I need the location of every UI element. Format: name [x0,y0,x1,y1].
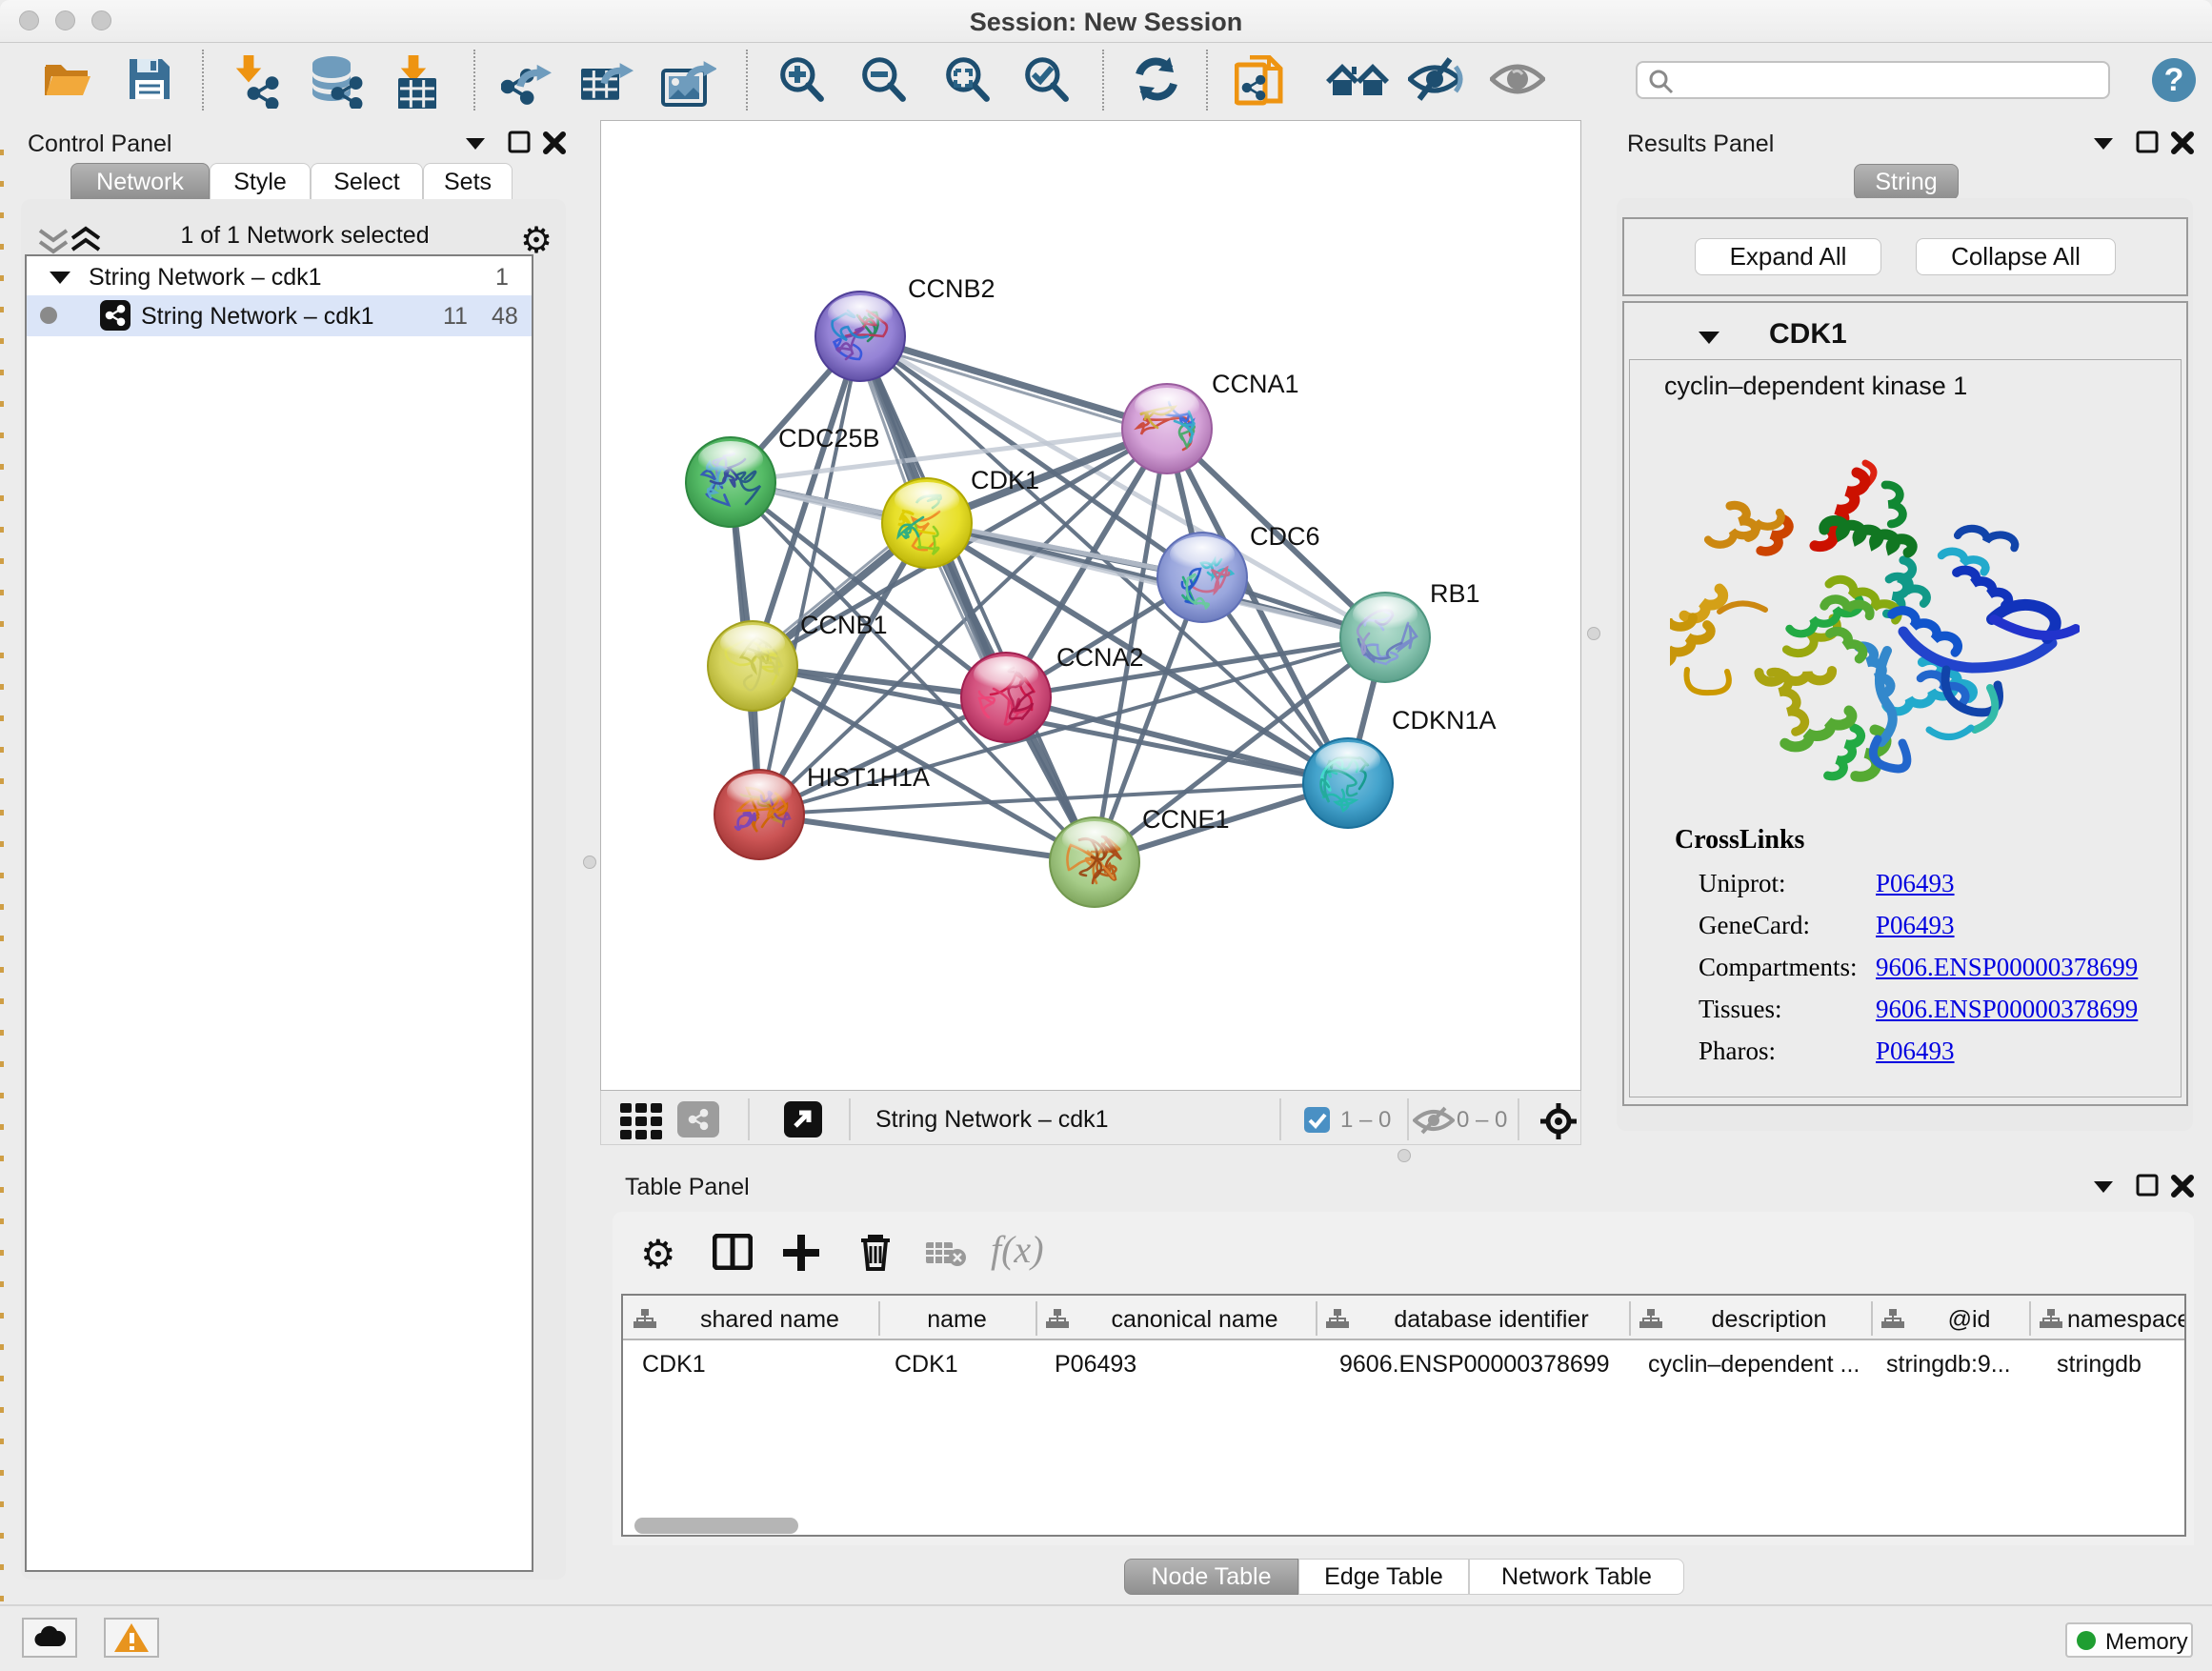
svg-text:CCNB2: CCNB2 [908,274,995,303]
svg-text:CDC25B: CDC25B [778,424,880,453]
svg-text:HIST1H1A: HIST1H1A [807,763,930,792]
svg-text:CCNE1: CCNE1 [1142,805,1230,834]
svg-text:CDKN1A: CDKN1A [1392,706,1497,735]
svg-text:CDC6: CDC6 [1250,522,1320,551]
svg-text:CCNA1: CCNA1 [1212,370,1299,398]
svg-text:RB1: RB1 [1430,579,1480,608]
svg-text:CCNA2: CCNA2 [1056,643,1144,672]
svg-text:CDK1: CDK1 [971,466,1039,494]
svg-text:CCNB1: CCNB1 [800,611,888,639]
